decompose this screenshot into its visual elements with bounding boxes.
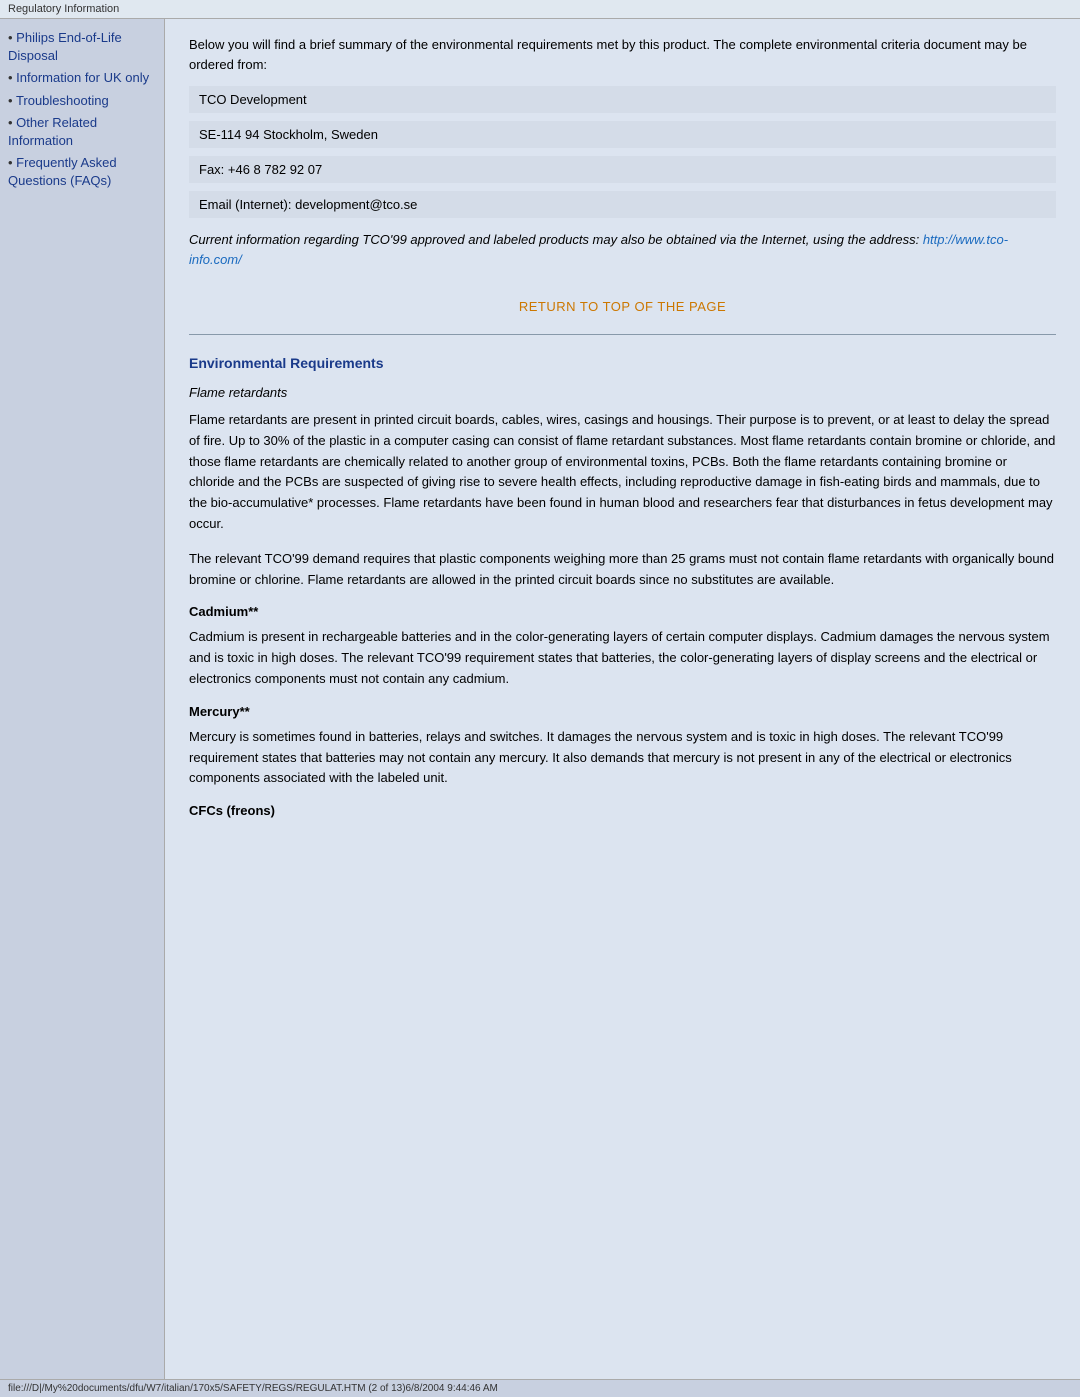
flame-subtitle: Flame retardants (189, 385, 1056, 400)
sidebar-nav: Philips End-of-Life Disposal Information… (8, 29, 156, 191)
sidebar-item-5[interactable]: Frequently Asked Questions (FAQs) (8, 154, 156, 190)
sidebar-item-3[interactable]: Troubleshooting (8, 92, 156, 110)
cadmium-title: Cadmium** (189, 604, 1056, 619)
sidebar-item-2[interactable]: Information for UK only (8, 69, 156, 87)
top-bar: Regulatory Information (0, 0, 1080, 19)
cadmium-paragraph: Cadmium is present in rechargeable batte… (189, 627, 1056, 689)
main-content: Below you will find a brief summary of t… (165, 19, 1080, 1379)
tco-line-2: SE-114 94 Stockholm, Sweden (189, 121, 1056, 148)
sidebar-link-2[interactable]: Information for UK only (16, 70, 149, 85)
sidebar-item-1[interactable]: Philips End-of-Life Disposal (8, 29, 156, 65)
tco-line-1: TCO Development (189, 86, 1056, 113)
env-req-title: Environmental Requirements (189, 355, 1056, 371)
tco-line-4: Email (Internet): development@tco.se (189, 191, 1056, 218)
sidebar-item-4[interactable]: Other Related Information (8, 114, 156, 150)
flame-paragraph-1: Flame retardants are present in printed … (189, 410, 1056, 535)
sidebar-link-4[interactable]: Other Related Information (8, 115, 97, 148)
mercury-paragraph: Mercury is sometimes found in batteries,… (189, 727, 1056, 789)
intro-paragraph: Below you will find a brief summary of t… (189, 35, 1056, 74)
flame-paragraph-2: The relevant TCO'99 demand requires that… (189, 549, 1056, 591)
return-to-top-link[interactable]: RETURN TO TOP OF THE PAGE (519, 299, 726, 314)
sidebar-link-5[interactable]: Frequently Asked Questions (FAQs) (8, 155, 117, 188)
bottom-bar: file:///D|/My%20documents/dfu/W7/italian… (0, 1379, 1080, 1397)
top-bar-title: Regulatory Information (8, 3, 119, 15)
sidebar-link-1[interactable]: Philips End-of-Life Disposal (8, 30, 122, 63)
cfcs-title: CFCs (freons) (189, 803, 1056, 818)
bottom-bar-text: file:///D|/My%20documents/dfu/W7/italian… (8, 1383, 498, 1394)
sidebar: Philips End-of-Life Disposal Information… (0, 19, 165, 1379)
tco-line-3: Fax: +46 8 782 92 07 (189, 156, 1056, 183)
divider (189, 334, 1056, 335)
italic-note: Current information regarding TCO'99 app… (189, 230, 1056, 269)
sidebar-link-3[interactable]: Troubleshooting (16, 93, 109, 108)
mercury-title: Mercury** (189, 704, 1056, 719)
return-to-top[interactable]: RETURN TO TOP OF THE PAGE (189, 299, 1056, 314)
